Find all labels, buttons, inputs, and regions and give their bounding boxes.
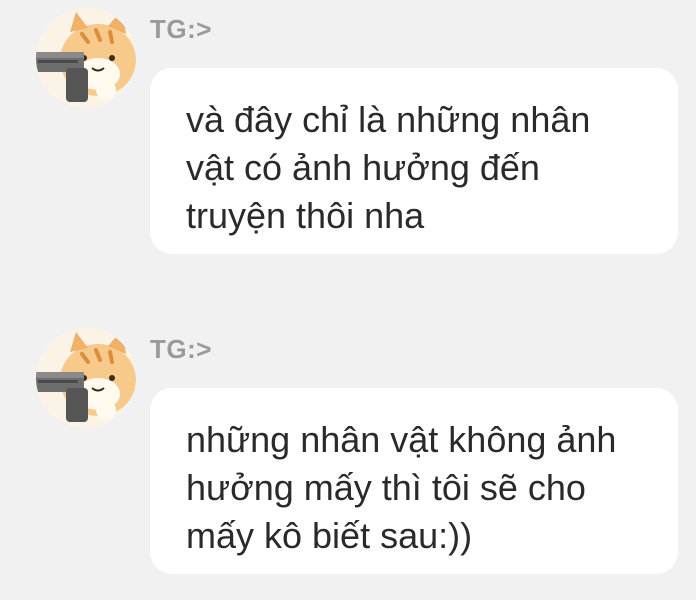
message-text-line: truyện thôi nha: [186, 195, 425, 236]
avatar[interactable]: [36, 8, 136, 108]
message-text-line: vật có ảnh hưởng đến: [186, 147, 540, 188]
avatar[interactable]: [36, 328, 136, 428]
sender-name: TG:>: [150, 14, 212, 44]
message-bubble[interactable]: những nhân vật không ảnh hưởng mấy thì t…: [150, 388, 678, 574]
sender-name: TG:>: [150, 334, 212, 364]
message-bubble[interactable]: và đây chỉ là những nhân vật có ảnh hưởn…: [150, 68, 678, 254]
message-text-line: mấy kô biết sau:)): [186, 515, 473, 556]
message-text-line: và đây chỉ là những nhân: [186, 99, 591, 140]
message-text-line: những nhân vật không ảnh: [186, 419, 617, 460]
cat-with-gun-avatar-icon: [36, 8, 136, 108]
cat-with-gun-avatar-icon: [36, 328, 136, 428]
message-text-line: hưởng mấy thì tôi sẽ cho: [186, 467, 586, 508]
